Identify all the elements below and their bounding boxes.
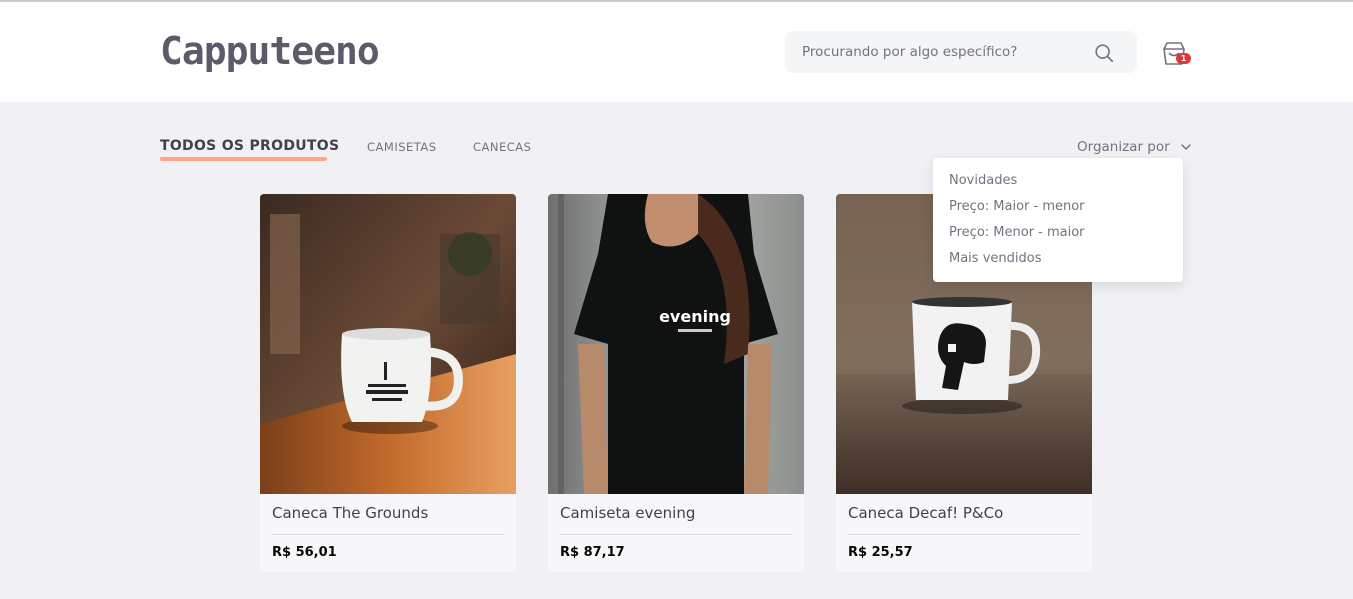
product-image[interactable]: evening: [548, 194, 804, 494]
tab-mugs[interactable]: CANECAS: [473, 140, 531, 154]
product-price: R$ 87,17: [560, 545, 625, 560]
sort-option-best-sellers[interactable]: Mais vendidos: [949, 251, 1041, 266]
cart-count-badge: 1: [1176, 53, 1191, 64]
sort-menu: Novidades Preço: Maior - menor Preço: Me…: [933, 158, 1183, 282]
divider: [848, 534, 1080, 535]
divider: [272, 534, 504, 535]
product-name: Caneca The Grounds: [272, 504, 429, 522]
product-price: R$ 25,57: [848, 545, 913, 560]
search-input[interactable]: [785, 31, 1085, 73]
svg-text:evening: evening: [659, 307, 731, 326]
product-image[interactable]: [260, 194, 516, 494]
product-card[interactable]: evening Camiseta evening R$ 87,17: [548, 194, 804, 572]
active-tab-indicator: [160, 157, 327, 161]
tab-all-products[interactable]: TODOS OS PRODUTOS: [160, 138, 339, 154]
sort-dropdown-label[interactable]: Organizar por: [1077, 139, 1170, 155]
logo[interactable]: Capputeeno: [160, 29, 380, 73]
sort-option-price-high-low[interactable]: Preço: Maior - menor: [949, 199, 1085, 214]
tab-shirts[interactable]: CAMISETAS: [367, 140, 437, 154]
product-price: R$ 56,01: [272, 545, 337, 560]
product-card[interactable]: Caneca The Grounds R$ 56,01: [260, 194, 516, 572]
search-box: [785, 31, 1137, 73]
search-icon[interactable]: [1093, 42, 1115, 64]
product-name: Caneca Decaf! P&Co: [848, 504, 1004, 522]
site-header: Capputeeno: [0, 2, 1353, 102]
divider: [560, 534, 792, 535]
product-name: Camiseta evening: [560, 504, 696, 522]
sort-option-newest[interactable]: Novidades: [949, 173, 1017, 188]
chevron-down-icon[interactable]: [1180, 141, 1192, 153]
sort-option-price-low-high[interactable]: Preço: Menor - maior: [949, 225, 1085, 240]
